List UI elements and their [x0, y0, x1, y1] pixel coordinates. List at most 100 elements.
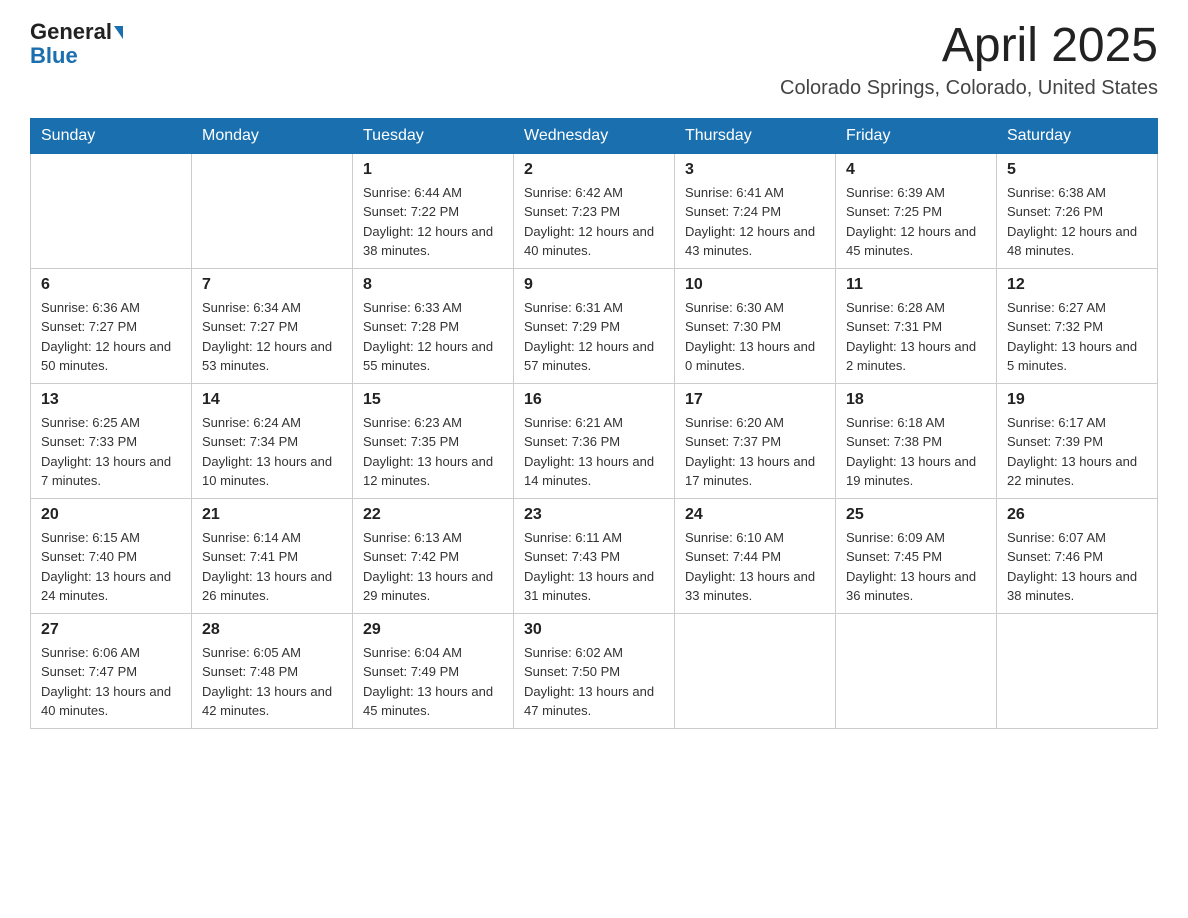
day-number: 10 [685, 276, 825, 294]
day-info: Sunrise: 6:36 AMSunset: 7:27 PMDaylight:… [41, 298, 181, 376]
col-header-thursday: Thursday [675, 118, 836, 153]
day-info: Sunrise: 6:44 AMSunset: 7:22 PMDaylight:… [363, 183, 503, 261]
header-right: April 2025 Colorado Springs, Colorado, U… [780, 20, 1158, 100]
logo-blue-text: Blue [30, 43, 78, 68]
logo-general-text: General [30, 19, 112, 44]
calendar-table: SundayMondayTuesdayWednesdayThursdayFrid… [30, 118, 1158, 729]
calendar-cell: 5 Sunrise: 6:38 AMSunset: 7:26 PMDaylight… [997, 153, 1158, 268]
location-text: Colorado Springs, Colorado, United State… [780, 77, 1158, 100]
calendar-cell: 20 Sunrise: 6:15 AMSunset: 7:40 PMDayligh… [31, 498, 192, 613]
day-number: 11 [846, 276, 986, 294]
calendar-cell: 27 Sunrise: 6:06 AMSunset: 7:47 PMDayligh… [31, 613, 192, 728]
day-info: Sunrise: 6:41 AMSunset: 7:24 PMDaylight:… [685, 183, 825, 261]
day-info: Sunrise: 6:25 AMSunset: 7:33 PMDaylight:… [41, 413, 181, 491]
day-info: Sunrise: 6:27 AMSunset: 7:32 PMDaylight:… [1007, 298, 1147, 376]
calendar-cell: 29 Sunrise: 6:04 AMSunset: 7:49 PMDayligh… [353, 613, 514, 728]
day-number: 9 [524, 276, 664, 294]
logo-top-line: General [30, 20, 123, 44]
calendar-cell: 7Sunrise: 6:34 AMSunset: 7:27 PMDaylight… [192, 268, 353, 383]
day-info: Sunrise: 6:02 AMSunset: 7:50 PMDaylight:… [524, 643, 664, 721]
day-info: Sunrise: 6:05 AMSunset: 7:48 PMDaylight:… [202, 643, 342, 721]
calendar-week-row: 6 Sunrise: 6:36 AMSunset: 7:27 PMDaylight… [31, 268, 1158, 383]
day-number: 24 [685, 506, 825, 524]
day-number: 4 [846, 161, 986, 179]
calendar-cell: 25 Sunrise: 6:09 AMSunset: 7:45 PMDayligh… [836, 498, 997, 613]
day-number: 29 [363, 621, 503, 639]
day-info: Sunrise: 6:42 AMSunset: 7:23 PMDaylight:… [524, 183, 664, 261]
day-number: 1 [363, 161, 503, 179]
calendar-cell [836, 613, 997, 728]
calendar-week-row: 13 Sunrise: 6:25 AMSunset: 7:33 PMDayligh… [31, 383, 1158, 498]
calendar-cell: 6 Sunrise: 6:36 AMSunset: 7:27 PMDaylight… [31, 268, 192, 383]
day-number: 13 [41, 391, 181, 409]
calendar-cell: 8Sunrise: 6:33 AMSunset: 7:28 PMDaylight… [353, 268, 514, 383]
day-info: Sunrise: 6:13 AMSunset: 7:42 PMDaylight:… [363, 528, 503, 606]
calendar-cell: 9 Sunrise: 6:31 AMSunset: 7:29 PMDaylight… [514, 268, 675, 383]
day-number: 25 [846, 506, 986, 524]
calendar-cell: 10 Sunrise: 6:30 AMSunset: 7:30 PMDayligh… [675, 268, 836, 383]
calendar-week-row: 20 Sunrise: 6:15 AMSunset: 7:40 PMDayligh… [31, 498, 1158, 613]
day-number: 5 [1007, 161, 1147, 179]
calendar-cell: 1 Sunrise: 6:44 AMSunset: 7:22 PMDaylight… [353, 153, 514, 268]
day-info: Sunrise: 6:31 AMSunset: 7:29 PMDaylight:… [524, 298, 664, 376]
day-number: 22 [363, 506, 503, 524]
logo: General Blue [30, 20, 123, 68]
calendar-cell: 3Sunrise: 6:41 AMSunset: 7:24 PMDaylight… [675, 153, 836, 268]
calendar-cell: 22 Sunrise: 6:13 AMSunset: 7:42 PMDayligh… [353, 498, 514, 613]
day-info: Sunrise: 6:06 AMSunset: 7:47 PMDaylight:… [41, 643, 181, 721]
calendar-cell: 26Sunrise: 6:07 AMSunset: 7:46 PMDayligh… [997, 498, 1158, 613]
calendar-week-row: 1 Sunrise: 6:44 AMSunset: 7:22 PMDaylight… [31, 153, 1158, 268]
col-header-friday: Friday [836, 118, 997, 153]
day-info: Sunrise: 6:23 AMSunset: 7:35 PMDaylight:… [363, 413, 503, 491]
calendar-cell [31, 153, 192, 268]
day-info: Sunrise: 6:28 AMSunset: 7:31 PMDaylight:… [846, 298, 986, 376]
day-number: 14 [202, 391, 342, 409]
day-info: Sunrise: 6:11 AMSunset: 7:43 PMDaylight:… [524, 528, 664, 606]
day-info: Sunrise: 6:04 AMSunset: 7:49 PMDaylight:… [363, 643, 503, 721]
calendar-cell: 28Sunrise: 6:05 AMSunset: 7:48 PMDayligh… [192, 613, 353, 728]
day-number: 17 [685, 391, 825, 409]
day-info: Sunrise: 6:30 AMSunset: 7:30 PMDaylight:… [685, 298, 825, 376]
col-header-tuesday: Tuesday [353, 118, 514, 153]
calendar-week-row: 27 Sunrise: 6:06 AMSunset: 7:47 PMDayligh… [31, 613, 1158, 728]
day-number: 7 [202, 276, 342, 294]
calendar-cell: 18Sunrise: 6:18 AMSunset: 7:38 PMDayligh… [836, 383, 997, 498]
day-number: 30 [524, 621, 664, 639]
col-header-monday: Monday [192, 118, 353, 153]
day-number: 26 [1007, 506, 1147, 524]
page-header: General Blue April 2025 Colorado Springs… [30, 20, 1158, 100]
calendar-cell: 14 Sunrise: 6:24 AMSunset: 7:34 PMDayligh… [192, 383, 353, 498]
day-number: 19 [1007, 391, 1147, 409]
calendar-cell [997, 613, 1158, 728]
day-info: Sunrise: 6:10 AMSunset: 7:44 PMDaylight:… [685, 528, 825, 606]
col-header-sunday: Sunday [31, 118, 192, 153]
month-title: April 2025 [780, 20, 1158, 73]
day-info: Sunrise: 6:15 AMSunset: 7:40 PMDaylight:… [41, 528, 181, 606]
calendar-cell: 21Sunrise: 6:14 AMSunset: 7:41 PMDayligh… [192, 498, 353, 613]
day-info: Sunrise: 6:17 AMSunset: 7:39 PMDaylight:… [1007, 413, 1147, 491]
day-number: 23 [524, 506, 664, 524]
day-info: Sunrise: 6:09 AMSunset: 7:45 PMDaylight:… [846, 528, 986, 606]
calendar-cell: 17 Sunrise: 6:20 AMSunset: 7:37 PMDayligh… [675, 383, 836, 498]
calendar-cell: 24 Sunrise: 6:10 AMSunset: 7:44 PMDayligh… [675, 498, 836, 613]
day-info: Sunrise: 6:20 AMSunset: 7:37 PMDaylight:… [685, 413, 825, 491]
calendar-cell: 12 Sunrise: 6:27 AMSunset: 7:32 PMDayligh… [997, 268, 1158, 383]
day-number: 27 [41, 621, 181, 639]
day-info: Sunrise: 6:21 AMSunset: 7:36 PMDaylight:… [524, 413, 664, 491]
day-number: 12 [1007, 276, 1147, 294]
calendar-cell [675, 613, 836, 728]
calendar-cell: 30 Sunrise: 6:02 AMSunset: 7:50 PMDayligh… [514, 613, 675, 728]
day-number: 16 [524, 391, 664, 409]
calendar-cell: 13 Sunrise: 6:25 AMSunset: 7:33 PMDayligh… [31, 383, 192, 498]
day-info: Sunrise: 6:38 AMSunset: 7:26 PMDaylight:… [1007, 183, 1147, 261]
day-number: 18 [846, 391, 986, 409]
calendar-cell: 19 Sunrise: 6:17 AMSunset: 7:39 PMDayligh… [997, 383, 1158, 498]
day-info: Sunrise: 6:24 AMSunset: 7:34 PMDaylight:… [202, 413, 342, 491]
day-number: 6 [41, 276, 181, 294]
day-number: 21 [202, 506, 342, 524]
day-number: 15 [363, 391, 503, 409]
day-number: 2 [524, 161, 664, 179]
day-number: 20 [41, 506, 181, 524]
calendar-cell: 23 Sunrise: 6:11 AMSunset: 7:43 PMDayligh… [514, 498, 675, 613]
col-header-wednesday: Wednesday [514, 118, 675, 153]
